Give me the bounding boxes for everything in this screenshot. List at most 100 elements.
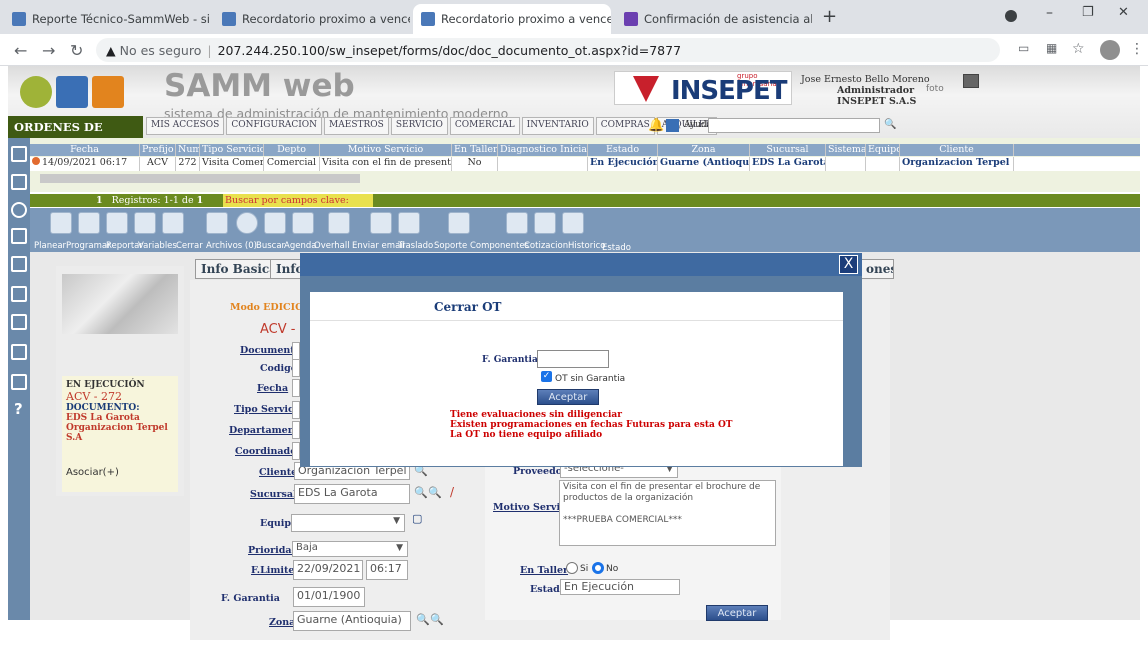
col-zona[interactable]: Zona xyxy=(658,144,750,156)
back-arrow-icon[interactable]: ← xyxy=(14,41,27,60)
tb-label-overhall[interactable]: Overhall xyxy=(314,241,350,251)
estado-icon[interactable] xyxy=(562,212,584,234)
zoom-icon[interactable]: 🔍 xyxy=(430,613,444,626)
search-icon[interactable] xyxy=(11,202,27,218)
email-icon[interactable] xyxy=(328,212,350,234)
col-cliente[interactable]: Cliente xyxy=(900,144,1014,156)
asociar-link[interactable]: Asociar(+) xyxy=(66,467,174,478)
documento-field[interactable] xyxy=(292,342,300,360)
col-equipo[interactable]: Equipo xyxy=(866,144,900,156)
col-tipo-servicio[interactable]: Tipo Servicio xyxy=(200,144,264,156)
tb-label-componentes[interactable]: Componentes xyxy=(470,241,529,251)
new-tab-button[interactable]: + xyxy=(822,6,837,27)
menu-maestros[interactable]: MAESTROS xyxy=(324,117,389,135)
modal-fgarantia-input[interactable] xyxy=(537,350,609,368)
help-icon[interactable]: ? xyxy=(14,400,23,418)
departamento-field[interactable] xyxy=(292,421,300,439)
close-window-icon[interactable]: ✕ xyxy=(1118,5,1129,20)
profile-avatar[interactable] xyxy=(1100,40,1120,60)
menu-compras[interactable]: COMPRAS xyxy=(595,117,655,135)
zona-field[interactable]: Guarne (Antioquia) xyxy=(293,611,411,631)
menu-dots-icon[interactable]: ⋮ xyxy=(1130,41,1144,57)
close-session-icon[interactable] xyxy=(963,74,979,88)
buscar-icon[interactable] xyxy=(236,212,258,234)
motivo-servicio-textarea[interactable]: Visita con el fin de presentar el brochu… xyxy=(559,480,776,546)
tb-label-archivos[interactable]: Archivos (0) xyxy=(206,241,257,251)
traslado-icon[interactable] xyxy=(370,212,392,234)
modal-close-button[interactable]: X xyxy=(839,255,858,274)
coordinador-field[interactable] xyxy=(292,442,300,460)
tab-info-2[interactable]: Info xyxy=(270,259,302,279)
cotizacion-icon[interactable] xyxy=(506,212,528,234)
tb-label-programar[interactable]: Programar xyxy=(66,241,111,251)
share-icon[interactable] xyxy=(11,344,27,360)
menu-mis-accesos[interactable]: MIS ACCESOS xyxy=(146,117,225,135)
modal-accept-button[interactable]: Aceptar xyxy=(537,389,599,405)
sucursal-field[interactable]: EDS La Garota xyxy=(294,484,410,504)
zoom-icon[interactable]: 🔍 xyxy=(428,486,442,499)
col-motivo-servicio[interactable]: Motivo Servicio xyxy=(320,144,452,156)
menu-inventario[interactable]: INVENTARIO xyxy=(521,117,594,135)
tb-label-historico[interactable]: Historico xyxy=(568,241,605,251)
variables-icon[interactable] xyxy=(134,212,156,234)
document-icon[interactable] xyxy=(11,146,27,162)
minimize-window-icon[interactable]: – xyxy=(1046,5,1053,21)
tb-label-traslado[interactable]: Traslado xyxy=(398,241,433,251)
overhall-icon[interactable] xyxy=(292,212,314,234)
equipo-select[interactable]: ▼ xyxy=(291,514,405,532)
historico-icon[interactable] xyxy=(534,212,556,234)
cerrar-icon[interactable] xyxy=(162,212,184,234)
tb-label-variables[interactable]: Variables xyxy=(138,241,177,251)
menu-servicio[interactable]: SERVICIO xyxy=(390,117,448,135)
cast-icon[interactable]: ▭ xyxy=(1018,41,1029,55)
estado-field[interactable]: En Ejecución xyxy=(560,579,680,595)
col-estado[interactable]: Estado xyxy=(588,144,658,156)
col-en-taller[interactable]: En Taller xyxy=(452,144,498,156)
calendar-icon[interactable] xyxy=(666,119,679,132)
reload-icon[interactable]: ↻ xyxy=(70,41,83,60)
security-status[interactable]: No es seguro xyxy=(120,43,202,58)
search-icon[interactable]: 🔍 xyxy=(416,613,430,626)
tag-icon[interactable] xyxy=(11,228,27,244)
help-search-input[interactable] xyxy=(708,118,880,133)
table-row[interactable]: 14/09/2021 06:17 ACV 272 Visita Comercia… xyxy=(30,157,1140,171)
calendar-icon[interactable] xyxy=(11,286,27,302)
browser-tab-3-active[interactable]: Recordatorio proximo a vencer ✕ xyxy=(413,4,611,34)
planear-icon[interactable] xyxy=(50,212,72,234)
page-number[interactable]: 1 xyxy=(96,195,103,206)
flimite-date-field[interactable]: 22/09/2021 xyxy=(293,560,363,580)
browser-tab-2[interactable]: Recordatorio proximo a vencer ✕ xyxy=(214,4,410,34)
soporte-icon[interactable] xyxy=(398,212,420,234)
programar-icon[interactable] xyxy=(78,212,100,234)
url-text[interactable]: 207.244.250.100/sw_insepet/forms/doc/doc… xyxy=(218,43,681,58)
tab-opciones[interactable]: ones xyxy=(860,259,894,279)
prioridad-select[interactable]: Baja ▼ xyxy=(292,541,408,557)
horizontal-scrollbar[interactable] xyxy=(40,174,360,183)
search-icon[interactable]: 🔍 xyxy=(414,486,428,499)
bell-icon[interactable]: 🔔 xyxy=(648,118,664,133)
col-num[interactable]: Num xyxy=(176,144,200,156)
radio-no[interactable] xyxy=(592,562,604,574)
browser-tab-4[interactable]: Confirmación de asistencia al eve ✕ xyxy=(616,4,812,34)
edit-pencil-icon[interactable]: / xyxy=(450,485,454,499)
archivos-icon[interactable] xyxy=(206,212,228,234)
menu-configuracion[interactable]: CONFIGURACION xyxy=(226,117,323,135)
componentes-icon[interactable] xyxy=(448,212,470,234)
forward-arrow-icon[interactable]: → xyxy=(42,41,55,60)
fecha-field[interactable] xyxy=(292,379,300,397)
warning-icon[interactable]: ▲ xyxy=(106,43,116,58)
reportar-icon[interactable] xyxy=(106,212,128,234)
flimite-time-field[interactable]: 06:17 xyxy=(366,560,408,580)
list-icon[interactable] xyxy=(11,174,27,190)
extension-icon[interactable]: ▦ xyxy=(1046,41,1057,55)
url-input[interactable]: ▲ No es seguro | 207.244.250.100/sw_inse… xyxy=(96,38,1000,62)
tb-label-planear[interactable]: Planear xyxy=(34,241,66,251)
edit-icon[interactable] xyxy=(11,314,27,330)
form-accept-button[interactable]: Aceptar xyxy=(706,605,768,621)
bookmark-star-icon[interactable]: ☆ xyxy=(1072,41,1085,57)
tb-label-cerrar[interactable]: Cerrar xyxy=(176,241,203,251)
restore-window-icon[interactable]: ❐ xyxy=(1082,5,1094,20)
col-fecha[interactable]: Fecha xyxy=(30,144,140,156)
col-sucursal[interactable]: Sucursal xyxy=(750,144,826,156)
agenda-icon[interactable] xyxy=(264,212,286,234)
